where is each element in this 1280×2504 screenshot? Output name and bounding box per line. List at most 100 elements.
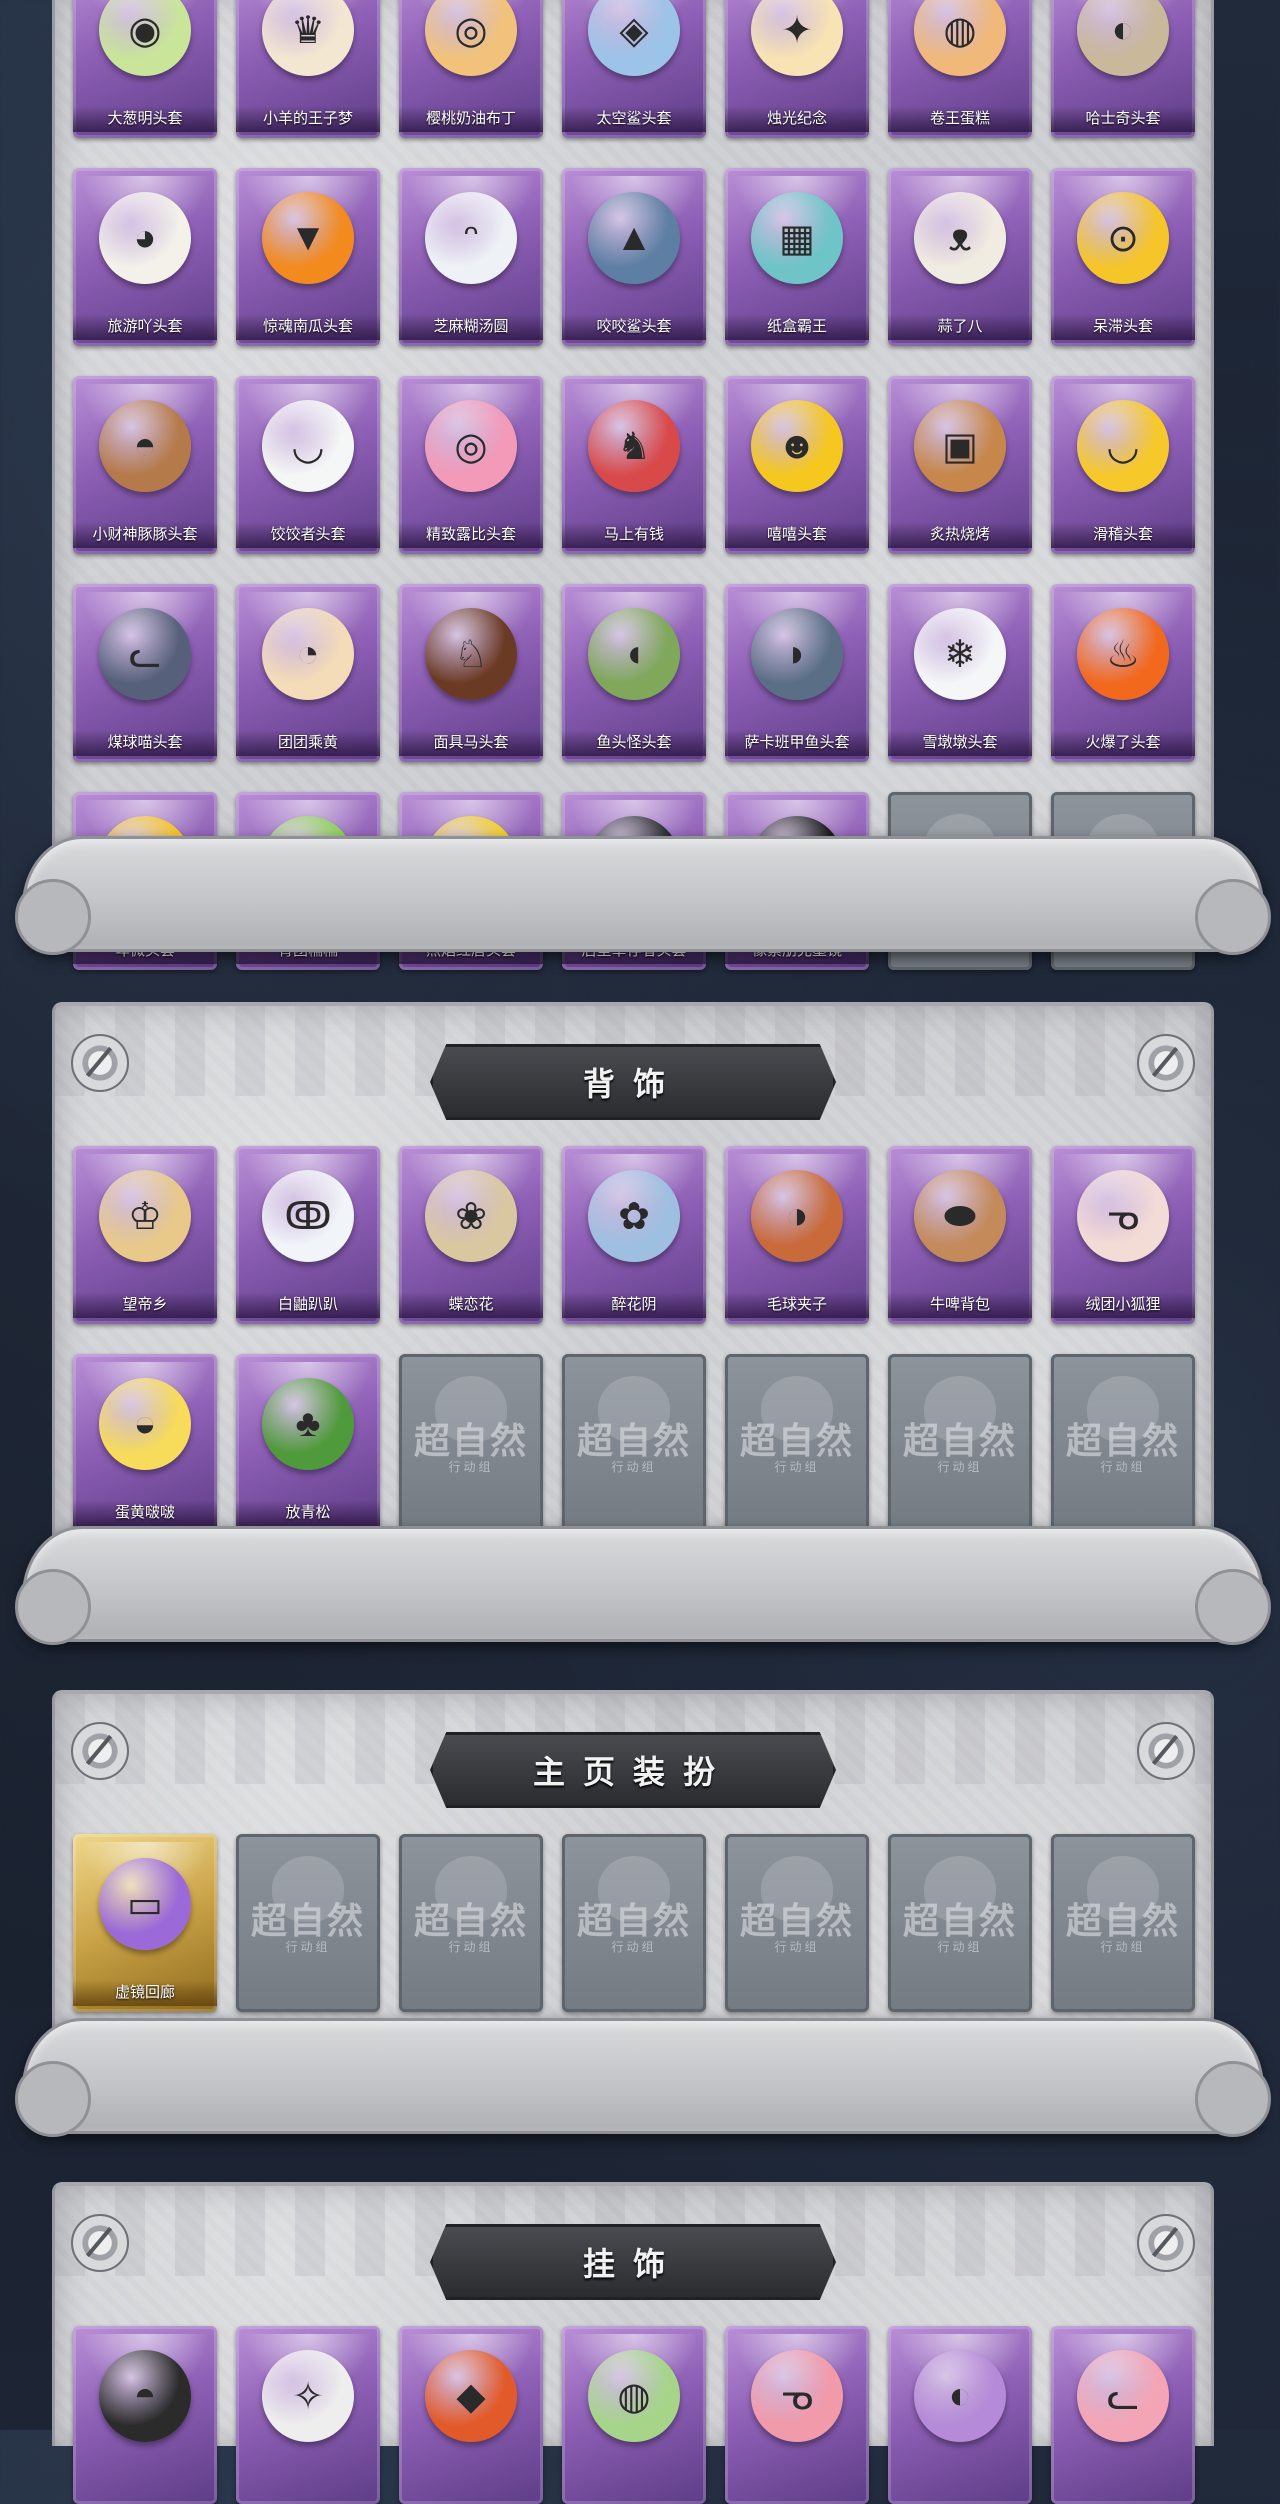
item-label: 放青松 bbox=[236, 1500, 380, 1526]
item-card[interactable]: ◐ bbox=[888, 2326, 1032, 2504]
locked-stamp-text: 超自然 bbox=[413, 1900, 528, 1942]
fish-icon: ◗ bbox=[751, 608, 843, 700]
locked-stamp-subtext: 行动组 bbox=[1100, 1460, 1146, 1474]
locked-stamp-text: 超自然 bbox=[902, 1420, 1017, 1462]
locked-item-card: 超自然行动组 bbox=[399, 1834, 543, 2012]
item-card[interactable]: ◑ 毛球夹子 bbox=[725, 1146, 869, 1324]
item-card[interactable]: ◉ 大葱明头套 bbox=[73, 0, 217, 138]
scroll-bottom-edge bbox=[15, 836, 1271, 955]
item-card[interactable]: ◡ 饺饺者头套 bbox=[236, 376, 380, 554]
item-label: 牛啤背包 bbox=[888, 1292, 1032, 1318]
scroll-bottom-edge bbox=[15, 2018, 1271, 2137]
item-label: 团团乘黄 bbox=[236, 730, 380, 756]
item-label: 惊魂南瓜头套 bbox=[236, 314, 380, 340]
bonsai-icon: ♣ bbox=[262, 1378, 354, 1470]
section-title-back: 背饰 bbox=[430, 1044, 836, 1120]
item-card[interactable]: ▣ 炙热烧烤 bbox=[888, 376, 1032, 554]
item-card[interactable]: ᓀ 绒团小狐狸 bbox=[1051, 1146, 1195, 1324]
item-card[interactable]: ❀ 蝶恋花 bbox=[399, 1146, 543, 1324]
item-card[interactable]: ⬬ 牛啤背包 bbox=[888, 1146, 1032, 1324]
item-label: 蝶恋花 bbox=[399, 1292, 543, 1318]
locked-item-card: 超自然行动组 bbox=[236, 1834, 380, 2012]
white-tassel-icon: ✧ bbox=[262, 2350, 354, 2442]
item-card[interactable]: ❄ 雪墩墩头套 bbox=[888, 584, 1032, 762]
item-card[interactable]: ◓ 小财神豚豚头套 bbox=[73, 376, 217, 554]
item-card[interactable]: ◈ 太空鲨头套 bbox=[562, 0, 706, 138]
item-card[interactable]: ✿ 醉花阴 bbox=[562, 1146, 706, 1324]
item-card[interactable]: ◎ 精致露比头套 bbox=[399, 376, 543, 554]
item-card[interactable]: ◔ 团团乘黄 bbox=[236, 584, 380, 762]
purple-card-icon: ▭ bbox=[99, 1858, 191, 1950]
item-card[interactable]: ◡ 滑稽头套 bbox=[1051, 376, 1195, 554]
item-label: 毛球夹子 bbox=[725, 1292, 869, 1318]
item-card[interactable]: ▲ 咬咬鲨头套 bbox=[562, 168, 706, 346]
item-card[interactable]: ♨ 火爆了头套 bbox=[1051, 584, 1195, 762]
locked-stamp-text: 超自然 bbox=[739, 1900, 854, 1942]
item-card[interactable]: ▭ 虚镜回廊 bbox=[73, 1834, 217, 2012]
pink-beaver-icon: ◎ bbox=[425, 400, 517, 492]
item-label: 滑稽头套 bbox=[1051, 522, 1195, 548]
item-label: 马上有钱 bbox=[562, 522, 706, 548]
item-card[interactable]: ◒ 蛋黄啵啵 bbox=[73, 1354, 217, 1532]
pudding-icon: ◎ bbox=[425, 0, 517, 76]
item-label: 嘻嘻头套 bbox=[725, 522, 869, 548]
item-card[interactable]: ᓚ 煤球喵头套 bbox=[73, 584, 217, 762]
item-card[interactable]: ◍ 卷王蛋糕 bbox=[888, 0, 1032, 138]
locked-item-card: 超自然行动组 bbox=[725, 1354, 869, 1532]
item-label: 小羊的王子梦 bbox=[236, 106, 380, 132]
locked-stamp-text: 超自然 bbox=[413, 1420, 528, 1462]
item-card[interactable]: ♛ 小羊的王子梦 bbox=[236, 0, 380, 138]
item-card[interactable]: ✦ 烛光纪念 bbox=[725, 0, 869, 138]
bbq-icon: ▣ bbox=[914, 400, 1006, 492]
item-label: 煤球喵头套 bbox=[73, 730, 217, 756]
item-label: 炙热烧烤 bbox=[888, 522, 1032, 548]
item-card[interactable]: ▦ 纸盒霸王 bbox=[725, 168, 869, 346]
box-dino-icon: ▦ bbox=[751, 192, 843, 284]
item-card[interactable]: ♘ 面具马头套 bbox=[399, 584, 543, 762]
grin-face-icon: ☻ bbox=[751, 400, 843, 492]
item-card[interactable]: ◎ 樱桃奶油布丁 bbox=[399, 0, 543, 138]
fox-icon: ᓀ bbox=[1077, 1170, 1169, 1262]
locked-item-card: 超自然行动组 bbox=[562, 1354, 706, 1532]
item-card[interactable]: ◗ 萨卡班甲鱼头套 bbox=[725, 584, 869, 762]
item-card[interactable]: ↂ 白鼬趴趴 bbox=[236, 1146, 380, 1324]
chibi-pendant-icon: ◓ bbox=[99, 2350, 191, 2442]
item-card[interactable]: ◐ 哈士奇头套 bbox=[1051, 0, 1195, 138]
locked-stamp-text: 超自然 bbox=[739, 1420, 854, 1462]
duck-tourist-icon: ◕ bbox=[99, 192, 191, 284]
item-card[interactable]: ◍ bbox=[562, 2326, 706, 2504]
locked-stamp-subtext: 行动组 bbox=[611, 1940, 657, 1954]
locked-stamp-subtext: 行动组 bbox=[1100, 1940, 1146, 1954]
item-card[interactable]: ⊙ 呆滞头套 bbox=[1051, 168, 1195, 346]
shark-icon: ▲ bbox=[588, 192, 680, 284]
pink-fox-icon: ᓀ bbox=[751, 2350, 843, 2442]
dumpling-icon: ◡ bbox=[262, 400, 354, 492]
item-card[interactable]: ♣ 放青松 bbox=[236, 1354, 380, 1532]
item-label: 咬咬鲨头套 bbox=[562, 314, 706, 340]
section-title-homepage: 主页装扮 bbox=[430, 1732, 836, 1808]
capybara-icon: ◓ bbox=[99, 400, 191, 492]
item-label: 萨卡班甲鱼头套 bbox=[725, 730, 869, 756]
locked-stamp-subtext: 行动组 bbox=[937, 1940, 983, 1954]
locked-stamp-subtext: 行动组 bbox=[448, 1940, 494, 1954]
item-card[interactable]: ▼ 惊魂南瓜头套 bbox=[236, 168, 380, 346]
item-card[interactable]: ☻ 嘻嘻头套 bbox=[725, 376, 869, 554]
item-card[interactable]: ᓀ bbox=[725, 2326, 869, 2504]
item-card[interactable]: ᴥ 蒜了八 bbox=[888, 168, 1032, 346]
item-card[interactable]: ◓ bbox=[73, 2326, 217, 2504]
item-card[interactable]: ᓚ bbox=[1051, 2326, 1195, 2504]
item-card[interactable]: ◆ bbox=[399, 2326, 543, 2504]
item-card[interactable]: ◕ 旅游吖头套 bbox=[73, 168, 217, 346]
locked-stamp-text: 超自然 bbox=[576, 1900, 691, 1942]
item-card[interactable]: ◖ 鱼头怪头套 bbox=[562, 584, 706, 762]
compass-icon bbox=[71, 1034, 129, 1092]
item-card[interactable]: ᵔ 芝麻糊汤圆 bbox=[399, 168, 543, 346]
fire-icon: ♨ bbox=[1077, 608, 1169, 700]
item-card[interactable]: ♞ 马上有钱 bbox=[562, 376, 706, 554]
locked-stamp-text: 超自然 bbox=[1065, 1420, 1180, 1462]
item-card[interactable]: ♔ 望帝乡 bbox=[73, 1146, 217, 1324]
item-card[interactable]: ✧ bbox=[236, 2326, 380, 2504]
section-panel-hats: ◉ 大葱明头套 ♛ 小羊的王子梦 ◎ 樱桃奶油布丁 ◈ 太空鲨头套 ✦ 烛光纪念 ◍ 卷王蛋糕 ◐ 哈士奇… bbox=[52, 0, 1214, 970]
scroll-bottom-edge bbox=[15, 1526, 1271, 1645]
item-label: 饺饺者头套 bbox=[236, 522, 380, 548]
